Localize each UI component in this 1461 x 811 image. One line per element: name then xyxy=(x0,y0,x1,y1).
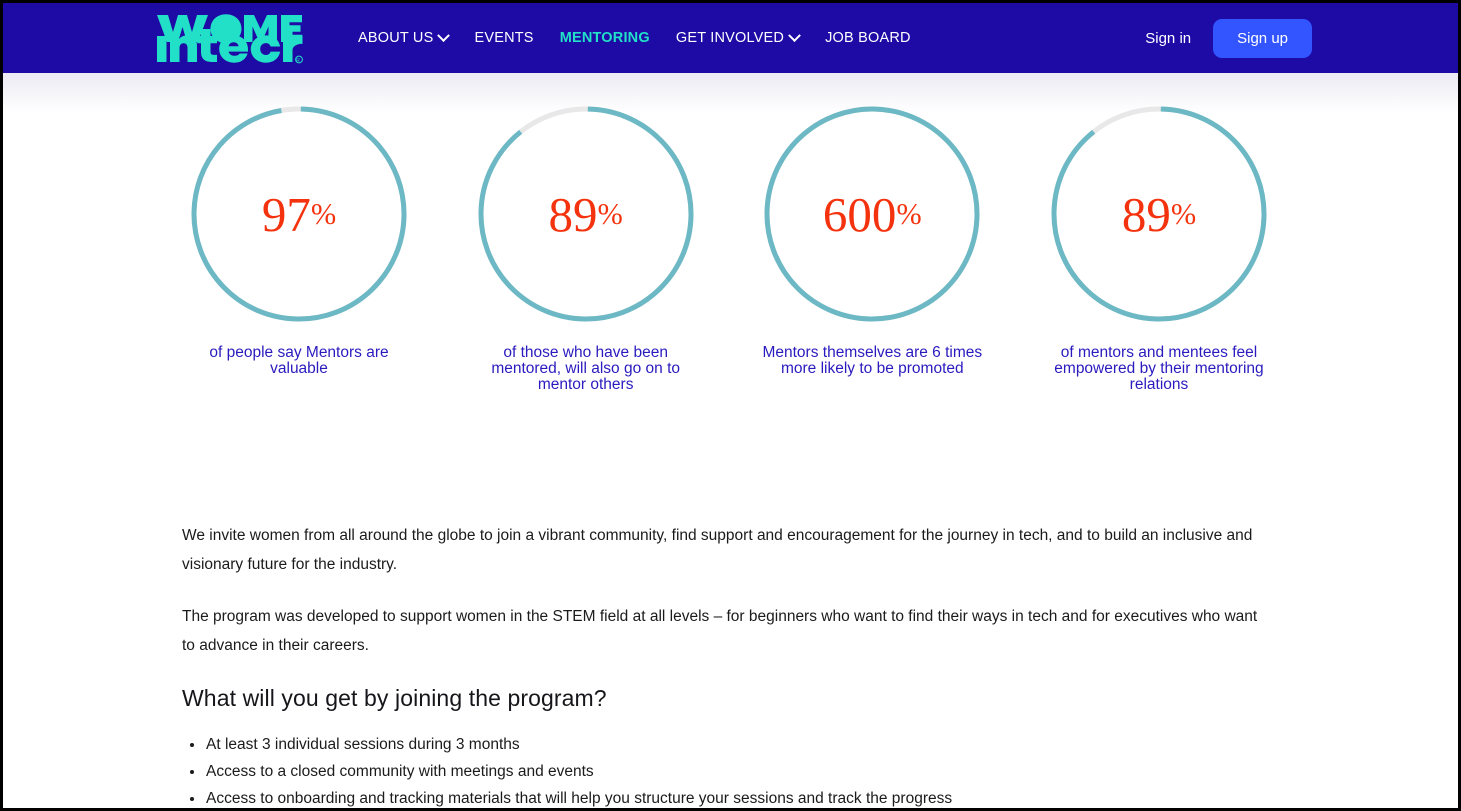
list-item: Access to onboarding and tracking materi… xyxy=(182,785,1260,808)
svg-text:R: R xyxy=(296,58,300,64)
donut-chart-4: 89% xyxy=(1048,103,1270,325)
stat-caption-3: Mentors themselves are 6 times more like… xyxy=(762,344,983,377)
stat-caption-2: of those who have been mentored, will al… xyxy=(491,344,680,393)
nav-item-get-involved[interactable]: GET INVOLVED xyxy=(675,28,801,46)
donut-value-1: 97% xyxy=(188,103,410,325)
stat-card-2: 89% of those who have been mentored, wil… xyxy=(466,103,706,393)
donut-number-3: 600 xyxy=(822,186,897,242)
sign-up-button[interactable]: Sign up xyxy=(1213,18,1312,58)
sign-in-link[interactable]: Sign in xyxy=(1145,30,1191,47)
stat-caption-1: of people say Mentors are valuable xyxy=(209,344,389,377)
stat-card-3: 600% Mentors themselves are 6 times more… xyxy=(752,103,992,393)
donut-number-1: 97 xyxy=(261,186,311,242)
nav-item-events[interactable]: EVENTS xyxy=(474,30,533,46)
women-in-tech-logo[interactable]: R xyxy=(155,12,303,65)
statistics-section: 97% of people say Mentors are valuable 8… xyxy=(179,103,1279,393)
nav-item-job-board[interactable]: JOB BOARD xyxy=(825,30,911,46)
benefits-list: At least 3 individual sessions during 3 … xyxy=(182,731,1260,808)
page-root: R ABOUT US EVENTS MENTORING GET INVOLVED… xyxy=(3,3,1458,808)
list-item: At least 3 individual sessions during 3 … xyxy=(182,731,1260,758)
benefits-heading: What will you get by joining the program… xyxy=(182,685,607,711)
chevron-down-icon xyxy=(788,28,801,42)
nav-label-events: EVENTS xyxy=(474,30,534,46)
nav-label-job-board: JOB BOARD xyxy=(825,30,911,46)
nav-label-get-involved: GET INVOLVED xyxy=(675,30,785,46)
donut-percent-2: % xyxy=(597,196,623,231)
nav-item-mentoring[interactable]: MENTORING xyxy=(560,30,650,46)
donut-percent-3: % xyxy=(896,196,922,231)
donut-chart-3: 600% xyxy=(761,103,983,325)
donut-percent-1: % xyxy=(310,196,337,231)
donut-chart-1: 97% xyxy=(188,103,410,325)
intro-paragraph-1: We invite women from all around the glob… xyxy=(182,527,1253,573)
stat-card-4: 89% of mentors and mentees feel empowere… xyxy=(1039,103,1279,393)
account-actions: Sign in Sign up xyxy=(1145,3,1312,73)
stat-card-1: 97% of people say Mentors are valuable xyxy=(179,103,419,393)
donut-number-2: 89 xyxy=(548,186,598,242)
donut-chart-2: 89% xyxy=(475,103,697,325)
top-navigation-bar: R ABOUT US EVENTS MENTORING GET INVOLVED… xyxy=(3,3,1458,73)
donut-value-2: 89% xyxy=(475,103,697,325)
donut-percent-4: % xyxy=(1170,196,1197,231)
intro-paragraph-2: The program was developed to support wom… xyxy=(182,608,1258,654)
nav-item-about-us[interactable]: ABOUT US xyxy=(358,28,451,46)
nav-label-about-us: ABOUT US xyxy=(358,30,434,46)
chevron-down-icon xyxy=(437,28,451,42)
donut-value-3: 600% xyxy=(761,103,983,325)
donut-value-4: 89% xyxy=(1048,103,1270,325)
stat-caption-4: of mentors and mentees feel empowered by… xyxy=(1054,344,1264,393)
main-nav-links: ABOUT US EVENTS MENTORING GET INVOLVED J… xyxy=(358,3,911,73)
program-description: We invite women from all around the glob… xyxy=(182,521,1260,808)
donut-number-4: 89 xyxy=(1121,186,1171,242)
list-item: Access to a closed community with meetin… xyxy=(182,758,1260,785)
nav-label-mentoring: MENTORING xyxy=(559,30,650,46)
